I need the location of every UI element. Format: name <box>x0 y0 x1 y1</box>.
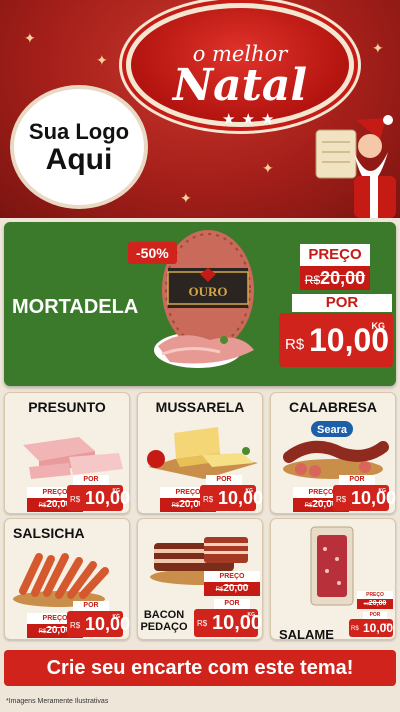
product-name: PRESUNTO <box>28 399 106 415</box>
highlight-por-label: POR <box>292 294 392 312</box>
stars-icon: ★★★ <box>222 111 281 128</box>
currency-symbol: R$ <box>336 495 347 504</box>
product-card-presunto[interactable]: PRESUNTO PREÇO R$20,00 POR R$ 10,00 KG <box>4 392 130 514</box>
old-price: R$20,00 <box>204 582 260 596</box>
product-name: SALSICHA <box>13 525 85 541</box>
logo-text-line1: Sua Logo <box>28 119 130 144</box>
product-card-bacon-pedaco[interactable]: BACON PEDAÇO PREÇO R$20,00 POR R$ 10,00 … <box>137 518 263 640</box>
sparkle-icon: ✦ <box>180 190 192 206</box>
highlight-new-price: R$ 10,00 KG <box>279 313 393 367</box>
por-label: POR <box>214 599 250 609</box>
currency-symbol: R$ <box>285 336 305 353</box>
new-price-tag: R$ 10,00 KG <box>349 619 393 637</box>
por-label: POR <box>339 475 375 485</box>
product-name: SALAME <box>279 627 334 642</box>
highlight-product-name: MORTADELA <box>12 296 139 318</box>
por-label: POR <box>73 475 109 485</box>
santa-claus-icon <box>315 115 396 218</box>
logo-text-line2: Aqui <box>45 143 113 176</box>
currency-symbol: R$ <box>70 495 81 504</box>
por-label: POR <box>363 612 387 619</box>
product-card-salame[interactable]: SALAME PREÇO R$20,00 POR R$ 10,00 KG <box>270 518 396 642</box>
discount-badge: -50% <box>128 242 177 264</box>
new-price-tag: R$ 10,00 KG <box>194 609 262 637</box>
unit-label: KG <box>245 488 254 494</box>
por-label: POR <box>73 601 109 611</box>
logo-placeholder: Sua Logo Aqui <box>10 85 148 209</box>
new-price-value: 10,00 <box>351 488 397 508</box>
new-price-tag: R$ 10,00 KG <box>200 485 263 511</box>
old-price: R$20,00 <box>357 599 393 609</box>
new-price-value: 10,00 <box>85 488 131 508</box>
unit-label: KG <box>112 614 121 620</box>
product-card-mussarela[interactable]: MUSSARELA PREÇO R$20,00 POR R$ 10,00 KG <box>137 392 263 514</box>
seara-brand-label: Seara <box>317 424 348 436</box>
unit-label: KG <box>378 488 387 494</box>
new-price-value: 10,00 <box>85 614 131 634</box>
mussarela-image <box>147 427 258 479</box>
product-name: BACON PEDAÇO <box>140 609 188 633</box>
sparkle-icon: ✦ <box>372 40 384 56</box>
old-price-value: 20,00 <box>320 268 366 288</box>
calabresa-image: Seara <box>283 421 389 479</box>
por-label: POR <box>206 475 242 485</box>
new-price-value: 10,00 <box>218 488 264 508</box>
unit-label: KG <box>112 488 121 494</box>
salame-image <box>310 526 354 606</box>
unit-label: KG <box>247 612 256 618</box>
price-label: PREÇO <box>204 571 260 582</box>
create-flyer-banner[interactable]: Crie seu encarte com este tema! <box>4 650 396 686</box>
old-price-value: 20,00 <box>223 583 249 594</box>
sparkle-icon: ✦ <box>262 160 274 176</box>
product-name: CALABRESA <box>289 399 377 415</box>
currency-symbol: R$ <box>197 619 208 628</box>
new-price-tag: R$ 10,00 KG <box>333 485 396 511</box>
mortadela-brand-label: OURO <box>189 284 228 299</box>
unit-label: KG <box>371 321 386 331</box>
new-price-tag: R$ 10,00 KG <box>67 611 130 637</box>
highlight-old-price: R$20,00 <box>300 266 370 290</box>
header-banner: ✦ ✦ ✦ ✦ ✦ Sua Logo Aqui o melhor Natal ★… <box>0 0 400 218</box>
unit-label: KG <box>384 622 390 627</box>
presunto-image <box>23 437 123 479</box>
new-price-tag: R$ 10,00 KG <box>67 485 130 511</box>
salsicha-image <box>13 553 109 607</box>
disclaimer-text: *Imagens Meramente Ilustrativas <box>6 698 109 705</box>
old-price-tag: PREÇO R$20,00 <box>357 591 393 611</box>
product-name: MUSSARELA <box>155 399 245 415</box>
sparkle-icon: ✦ <box>96 52 108 68</box>
currency-symbol: R$ <box>70 621 81 630</box>
product-card-calabresa[interactable]: CALABRESA Seara PREÇO R$20,00 POR R$ 10,… <box>270 392 396 514</box>
christmas-theme-badge: o melhor Natal <box>126 3 354 127</box>
old-price-value: 20,00 <box>368 600 387 607</box>
highlight-price-label: PREÇO <box>300 244 370 266</box>
product-card-salsicha[interactable]: SALSICHA PREÇO R$20,00 POR R$ 10,00 KG <box>4 518 130 640</box>
price-label: PREÇO <box>357 591 393 599</box>
sparkle-icon: ✦ <box>24 30 36 46</box>
old-price-tag: PREÇO R$20,00 <box>204 571 260 599</box>
currency-symbol: R$ <box>203 495 214 504</box>
currency-symbol: R$ <box>304 273 321 287</box>
theme-title: Natal <box>172 60 308 111</box>
currency-symbol: R$ <box>351 626 359 632</box>
